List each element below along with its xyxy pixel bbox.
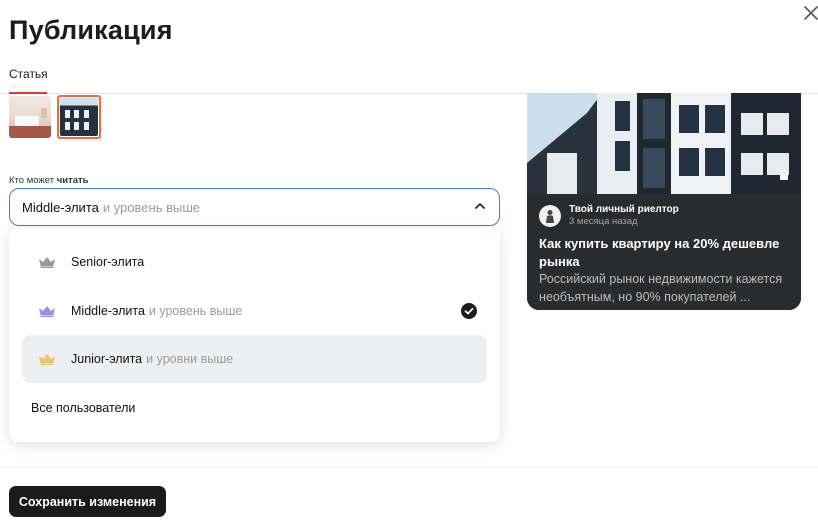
lock-icon (780, 169, 788, 180)
preview-body: Твой личный риелтор 3 месяца назад Как к… (527, 194, 801, 310)
access-level-dropdown: Senior-элита Middle-элита и уровень выше… (9, 228, 500, 442)
active-tab-indicator (9, 92, 47, 94)
person-icon (546, 210, 554, 223)
cover-thumbnail-bedroom[interactable] (9, 96, 51, 138)
crown-icon (39, 354, 55, 365)
option-all-users[interactable]: Все пользователи (22, 384, 487, 432)
article-preview-card[interactable]: Твой личный риелтор 3 месяца назад Как к… (527, 93, 801, 310)
save-changes-button[interactable]: Сохранить изменения (9, 486, 166, 517)
page-title: Публикация (9, 15, 173, 45)
selected-level: Middle-элита (22, 199, 99, 215)
tab-article[interactable]: Статья (9, 67, 48, 81)
avatar (539, 205, 561, 227)
close-icon (804, 6, 818, 20)
preview-image (527, 93, 801, 194)
footer-divider (0, 467, 818, 468)
who-can-read-label: Кто может читать (9, 175, 89, 186)
close-button[interactable] (800, 2, 818, 24)
access-level-select[interactable]: Middle-элита и уровень выше (9, 188, 500, 226)
selected-level-suffix: и уровень выше (102, 199, 201, 215)
crown-icon (39, 306, 55, 317)
preview-title: Как купить квартиру на 20% дешевле рынка (539, 236, 780, 269)
option-middle-elite[interactable]: Middle-элита и уровень выше (22, 287, 487, 335)
preview-description: Российский рынок недвижимости кажется не… (539, 272, 783, 304)
chevron-up-icon (475, 203, 485, 209)
option-senior-elite[interactable]: Senior-элита (22, 238, 487, 286)
crown-icon (39, 257, 55, 268)
publish-time: 3 месяца назад (569, 216, 638, 227)
check-circle-icon (461, 303, 477, 319)
author-name: Твой личный риелтор (569, 204, 679, 215)
cover-thumbnail-building[interactable] (57, 95, 101, 139)
option-junior-elite[interactable]: Junior-элита и уровни выше (22, 335, 487, 383)
